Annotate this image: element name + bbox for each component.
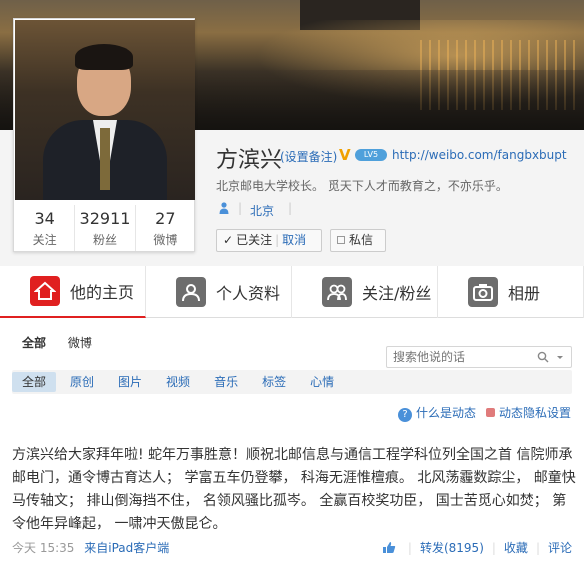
subfilter-all[interactable]: 全部 xyxy=(12,372,57,392)
filter-weibo[interactable]: 微博 xyxy=(68,336,92,350)
divider: | xyxy=(288,201,293,215)
camera-icon xyxy=(468,277,498,307)
subfilter-mood[interactable]: 心情 xyxy=(300,372,344,392)
subfilter-original[interactable]: 原创 xyxy=(60,372,104,392)
follow-status-button: ✓ 已关注 | 取消 xyxy=(216,229,322,252)
stat-value: 32911 xyxy=(79,209,131,228)
post-actions: | 转发(8195) | 收藏 | 评论 xyxy=(382,539,572,556)
divider: | xyxy=(275,233,280,247)
mail-icon xyxy=(337,236,345,244)
avatar[interactable] xyxy=(15,20,195,200)
profile-cover: 34 关注 32911 粉丝 27 微博 方滨兴 (设置备注) V LV5 ht… xyxy=(0,0,584,266)
like-icon[interactable] xyxy=(382,541,396,554)
unfollow-button[interactable]: 取消 xyxy=(282,233,306,247)
profile-bio: 北京邮电大学校长。 觅天下人才而教育之，不亦乐乎。 xyxy=(216,179,508,193)
tab-home[interactable]: 他的主页 xyxy=(0,266,146,318)
users-icon xyxy=(322,277,352,307)
post-time[interactable]: 今天 15:35 xyxy=(12,541,74,555)
tab-label: 个人资料 xyxy=(216,284,281,303)
activity-privacy-link[interactable]: 动态隐私设置 xyxy=(486,404,571,421)
location-link[interactable]: 北京 xyxy=(250,202,274,219)
tab-label: 相册 xyxy=(508,284,541,303)
subfilter-music[interactable]: 音乐 xyxy=(204,372,248,392)
feed-content: 全部 微博 全部 原创 图片 视频 音乐 标签 心情 ? 什么是动态 动态隐私设置… xyxy=(0,318,584,566)
avatar-tie xyxy=(100,128,110,190)
post-meta: 今天 15:35 来自iPad客户端 xyxy=(12,539,169,556)
subfilter-tags[interactable]: 标签 xyxy=(252,372,296,392)
tab-album[interactable]: 相册 xyxy=(438,266,584,318)
avatar-hair xyxy=(75,44,133,70)
check-icon: ✓ xyxy=(223,233,234,247)
home-icon xyxy=(30,276,60,306)
repost-button[interactable]: 转发(8195) xyxy=(420,539,484,556)
search-input[interactable] xyxy=(387,347,537,367)
tab-follows[interactable]: 关注/粉丝 xyxy=(292,266,438,318)
stat-followers[interactable]: 32911 粉丝 xyxy=(75,205,136,251)
help-icon: ? xyxy=(398,408,412,422)
chevron-down-icon[interactable] xyxy=(555,351,565,363)
stat-label: 粉丝 xyxy=(92,233,117,247)
profile-name: 方滨兴 xyxy=(216,148,283,173)
subfilter-videos[interactable]: 视频 xyxy=(156,372,200,392)
level-badge[interactable]: LV5 xyxy=(355,149,387,161)
search-box xyxy=(386,346,572,368)
divider: | xyxy=(491,540,496,555)
stat-posts[interactable]: 27 微博 xyxy=(136,205,195,251)
profile-url-link[interactable]: http://weibo.com/fangbxbupt xyxy=(392,148,567,162)
lock-icon xyxy=(486,408,495,417)
tab-label: 他的主页 xyxy=(70,283,135,302)
search-icon[interactable] xyxy=(537,351,549,363)
stat-label: 关注 xyxy=(32,233,57,247)
help-label: 什么是动态 xyxy=(416,406,477,420)
stat-value: 34 xyxy=(34,209,55,228)
tab-profile[interactable]: 个人资料 xyxy=(146,266,292,318)
post-text: 方滨兴给大家拜年啦! 蛇年万事胜意！顺祝北邮信息与通信工程学科位列全国之首 信院… xyxy=(12,447,576,532)
avatar-card: 34 关注 32911 粉丝 27 微博 xyxy=(13,18,195,252)
verified-icon[interactable]: V xyxy=(339,146,353,164)
content-filter-bar: 全部 原创 图片 视频 音乐 标签 心情 xyxy=(12,370,572,394)
feed-type-filter: 全部 微博 xyxy=(22,334,110,351)
profile-tabs: 他的主页 个人资料 关注/粉丝 相册 xyxy=(0,266,584,318)
filter-all[interactable]: 全部 xyxy=(22,336,46,350)
post-source[interactable]: 来自iPad客户端 xyxy=(84,541,169,555)
stat-label: 微博 xyxy=(153,233,178,247)
divider: | xyxy=(535,540,540,555)
stat-value: 27 xyxy=(155,209,176,228)
set-remark-link[interactable]: (设置备注) xyxy=(280,148,337,165)
tab-label: 关注/粉丝 xyxy=(362,284,432,303)
profile-stats: 34 关注 32911 粉丝 27 微博 xyxy=(15,205,195,251)
person-icon xyxy=(219,202,229,214)
message-label: 私信 xyxy=(349,233,374,247)
followed-label: 已关注 xyxy=(236,233,273,247)
comment-button[interactable]: 评论 xyxy=(548,539,572,556)
stat-following[interactable]: 34 关注 xyxy=(15,205,76,251)
profile-icon xyxy=(176,277,206,307)
divider: | xyxy=(407,540,412,555)
what-is-activity-link[interactable]: ? 什么是动态 xyxy=(398,404,476,422)
private-message-button[interactable]: 私信 xyxy=(330,229,386,252)
subfilter-images[interactable]: 图片 xyxy=(108,372,152,392)
divider: | xyxy=(238,201,243,215)
privacy-label: 动态隐私设置 xyxy=(499,406,572,420)
favorite-button[interactable]: 收藏 xyxy=(504,539,528,556)
